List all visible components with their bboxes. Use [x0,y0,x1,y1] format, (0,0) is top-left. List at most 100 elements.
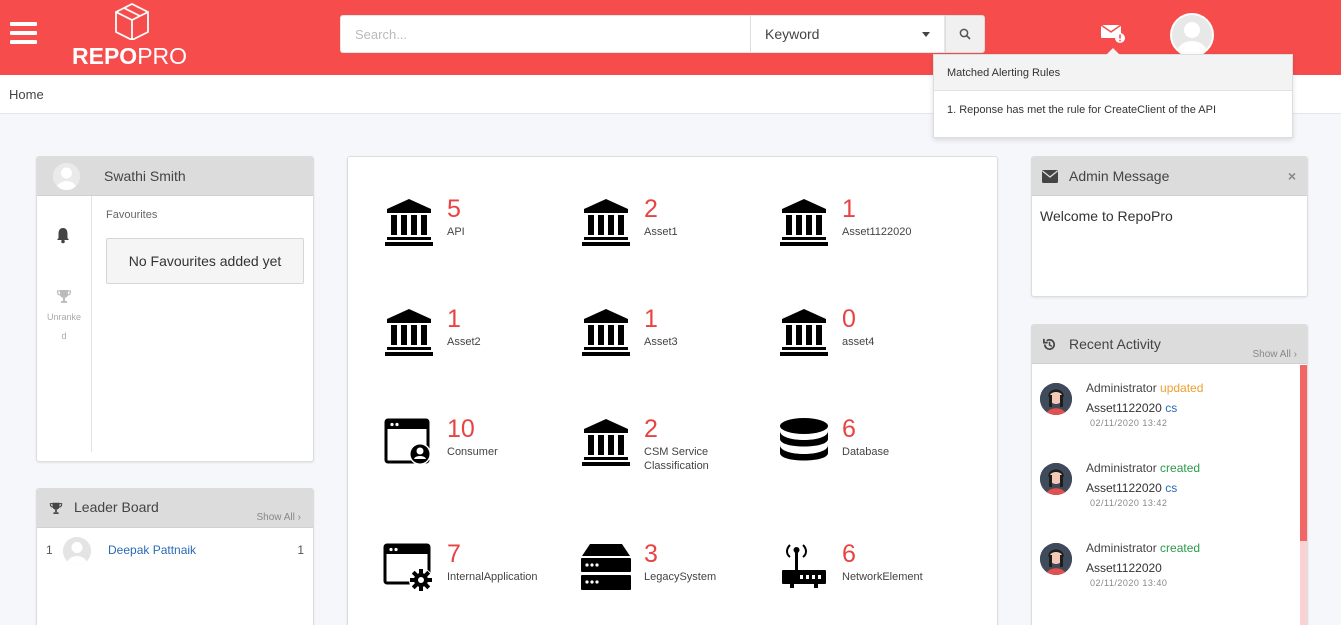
breadcrumb-home[interactable]: Home [9,87,44,102]
bank-icon [778,307,830,359]
trophy-icon [56,288,72,309]
asset-tile-internalapplication[interactable]: 7 InternalApplication [383,540,573,622]
leaderboard-header: Leader Board Show All › [37,489,313,528]
asset-name: asset4 [842,336,875,348]
profile-avatar [53,163,80,190]
activity-asset[interactable]: Asset1122020 [1086,561,1162,575]
window-gear-icon [383,542,435,594]
search-mode-select[interactable]: Keyword [750,15,945,53]
router-icon [778,542,830,594]
search-mode-value: Keyword [765,26,820,42]
chevron-right-icon: › [1293,349,1297,360]
asset-name: InternalApplication [447,571,538,583]
asset-tile-database[interactable]: 6 Database [778,415,968,497]
admin-message-header: Admin Message × [1032,157,1307,196]
search-button[interactable] [945,15,985,53]
alert-dropdown-title: Matched Alerting Rules [934,55,1292,91]
recent-activity-title: Recent Activity [1069,336,1161,352]
asset-name: CSM Service Classification [644,446,709,472]
activity-line: Administrator updated [1086,381,1203,395]
alert-item[interactable]: 1. Reponse has met the rule for CreateCl… [934,91,1292,129]
history-icon [1042,337,1057,357]
menu-icon[interactable] [10,22,37,46]
logo[interactable]: REPOPRO [72,0,197,70]
asset-tile-csm-service-classification[interactable]: 2 CSM Service Classification [580,415,770,497]
asset-tile-asset1[interactable]: 2 Asset1 [580,195,770,277]
activity-asset-line: Asset1122020 cs [1086,401,1177,415]
activity-time: 02/11/2020 13:40 [1090,578,1168,588]
recent-activity-panel: Recent Activity Show All › Administrator… [1031,324,1308,625]
admin-message-panel: Admin Message × Welcome to RepoPro [1031,156,1308,297]
recent-activity-header: Recent Activity Show All › [1032,325,1307,364]
database-icon [778,417,830,469]
scrollbar-thumb[interactable] [1300,365,1307,541]
activity-asset-suffix[interactable]: cs [1165,481,1177,495]
asset-tile-asset2[interactable]: 1 Asset2 [383,305,573,387]
leaderboard-show-all[interactable]: Show All › [257,512,301,523]
admin-message-title: Admin Message [1069,168,1170,184]
activity-action: created [1160,541,1201,555]
activity-asset[interactable]: Asset1122020 [1086,401,1162,415]
search-input[interactable] [340,15,750,53]
activity-asset-line: Asset1122020 cs [1086,481,1177,495]
window-user-icon [383,417,435,469]
asset-count: 3 [644,540,658,568]
leaderboard-row: 1 Deepak Pattnaik 1 [37,535,313,565]
asset-tile-legacysystem[interactable]: 3 LegacySystem [580,540,770,622]
asset-tile-asset3[interactable]: 1 Asset3 [580,305,770,387]
asset-tile-api[interactable]: 5 API [383,195,573,277]
asset-name: Asset1 [644,226,678,238]
asset-name: Database [842,446,890,458]
activity-line: Administrator created [1086,541,1200,555]
activity-asset-line: Asset1122020 [1086,561,1162,575]
logo-cube-icon [115,2,149,40]
user-icon [63,537,91,565]
activity-asset-suffix[interactable]: cs [1165,401,1177,415]
asset-name: Asset1122020 [842,226,912,238]
asset-count: 1 [842,195,856,223]
asset-name: NetworkElement [842,571,923,583]
asset-count: 7 [447,540,461,568]
bank-icon [580,197,632,249]
alert-envelope-icon[interactable] [1100,22,1126,49]
profile-panel: Swathi Smith Unranked Favourites No Favo… [36,156,314,462]
envelope-icon [1042,170,1058,188]
activity-line: Administrator created [1086,461,1200,475]
activity-item: Administrator updated Asset1122020 cs 02/1… [1040,381,1295,451]
asset-tile-networkelement[interactable]: 6 NetworkElement [778,540,968,622]
asset-count: 10 [447,415,475,443]
user-avatar[interactable] [1170,13,1214,57]
bank-icon [580,417,632,469]
asset-name: Consumer [447,446,498,458]
asset-tile-asset4[interactable]: 0 asset4 [778,305,968,387]
asset-name: Asset2 [447,336,481,348]
recent-activity-show-all[interactable]: Show All › [1253,349,1297,360]
asset-count: 2 [644,415,658,443]
asset-name: LegacySystem [644,571,717,583]
profile-header: Swathi Smith [37,157,313,196]
close-icon[interactable]: × [1288,168,1296,184]
user-icon [53,163,80,190]
asset-count: 1 [447,305,461,333]
activity-avatar [1040,543,1072,575]
asset-count: 2 [644,195,658,223]
alert-dropdown: Matched Alerting Rules 1. Reponse has me… [933,48,1293,138]
asset-count: 6 [842,415,856,443]
user-icon [1172,15,1212,55]
asset-name: API [447,226,465,238]
asset-tile-consumer[interactable]: 10 Consumer [383,415,573,497]
leaderboard-name[interactable]: Deepak Pattnaik [108,543,196,557]
logo-text: REPOPRO [72,43,188,69]
activity-avatar [1040,383,1072,415]
rank-label: Unranked [46,312,82,341]
asset-tile-asset1122020[interactable]: 1 Asset1122020 [778,195,968,277]
search-icon [959,28,971,40]
bell-icon[interactable] [54,226,72,249]
asset-count: 5 [447,195,461,223]
asset-count: 1 [644,305,658,333]
activity-user: Administrator [1086,541,1157,555]
activity-user: Administrator [1086,461,1157,475]
favourites-label: Favourites [106,209,158,221]
activity-asset[interactable]: Asset1122020 [1086,481,1162,495]
trophy-icon [49,501,63,520]
